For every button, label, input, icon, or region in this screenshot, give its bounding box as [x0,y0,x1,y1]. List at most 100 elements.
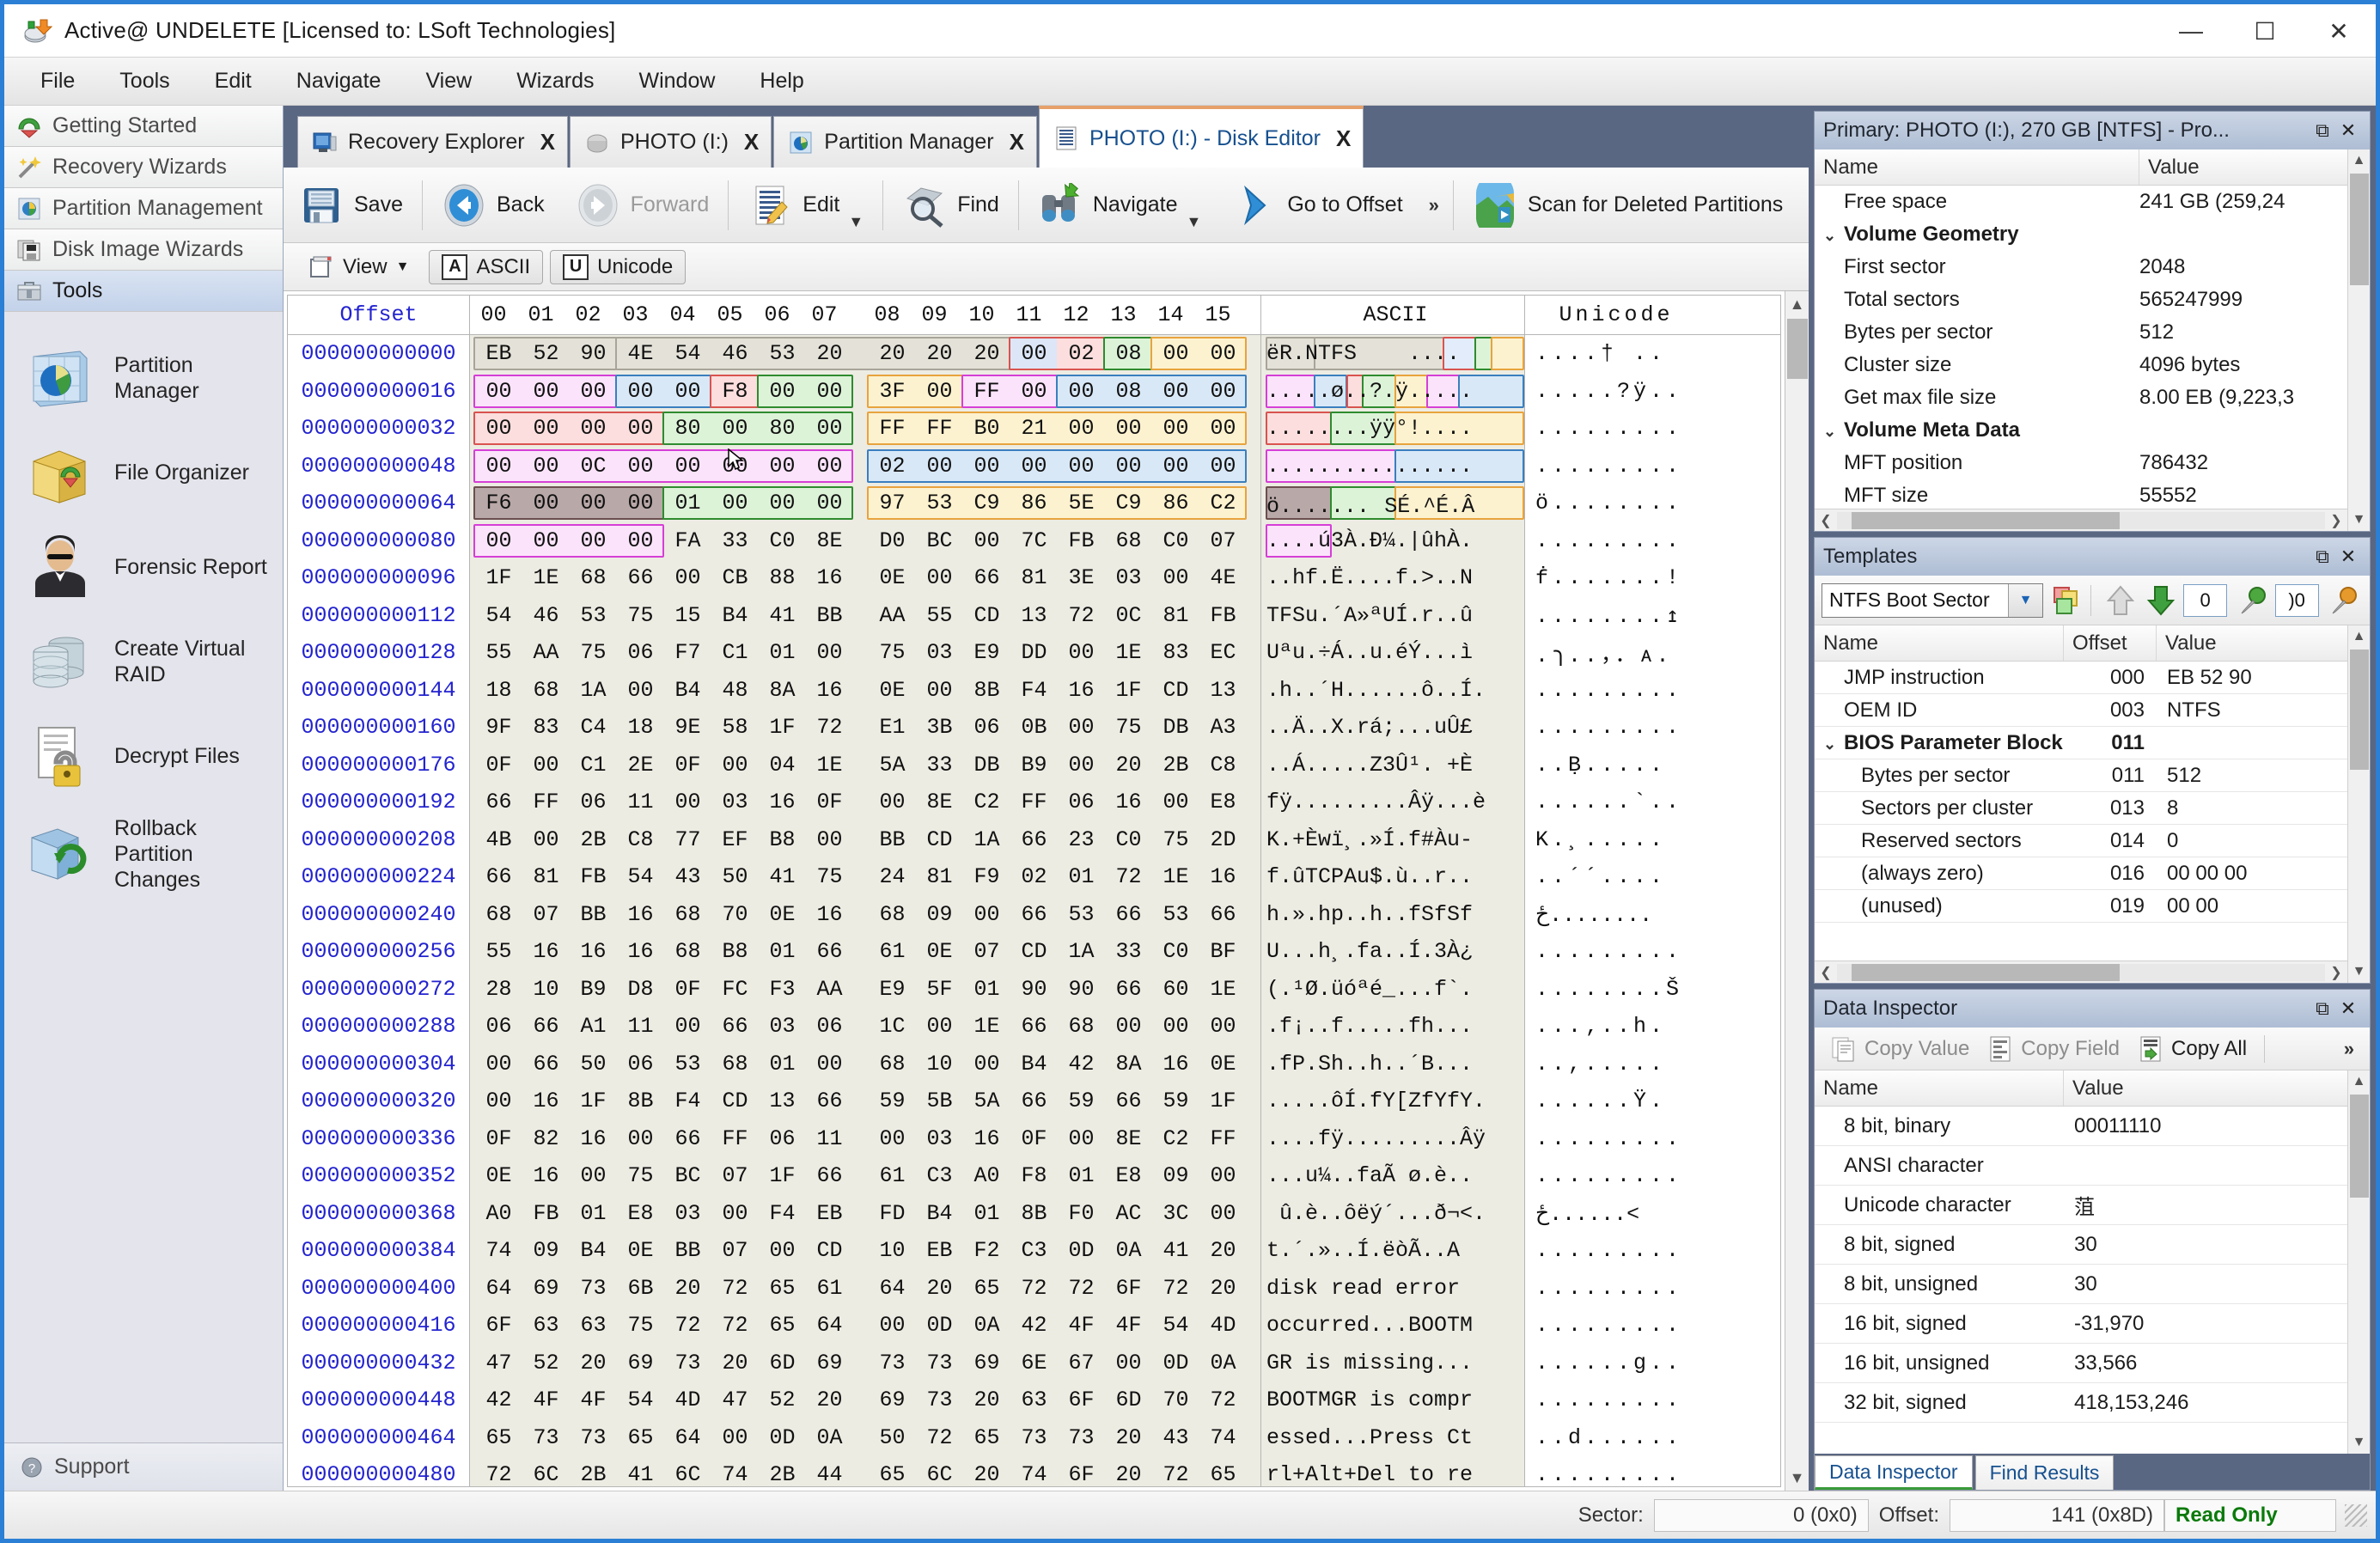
menu-item-help[interactable]: Help [737,62,826,101]
hex-row-unicode[interactable]: ......... [1525,410,1697,448]
hex-row-bytes[interactable]: 55 AA 75 06 F7 C1 01 00 75 03 E9 DD 00 1E 83 EC [470,634,1260,672]
hex-byte[interactable]: 00 [617,416,664,441]
hex-byte[interactable]: 00 [806,827,853,852]
resize-grip[interactable] [2345,1503,2367,1527]
inspector-restore-icon[interactable]: ⧉ [2310,997,2335,1020]
hex-row-ascii[interactable]: BOOTMGR is compr [1260,1381,1525,1419]
hex-byte[interactable]: 0D [1058,1238,1105,1263]
hex-row[interactable]: 000000000352 0E 16 00 75 BC 07 1F 66 61 C3 A0 F8 01 E8… [288,1157,1780,1195]
hex-byte[interactable]: 00 [1010,379,1058,404]
hex-row[interactable]: 000000000096 1F 1E 68 66 00 CB 88 16 0E 00 66 81 3E 03… [288,559,1780,597]
hex-byte[interactable]: 5B [916,1089,963,1113]
hex-row-unicode[interactable]: ځ........ [1525,895,1697,933]
hex-row-unicode[interactable]: ......... [1525,1307,1697,1345]
hex-byte[interactable]: 64 [869,1276,916,1301]
hex-byte[interactable]: 52 [759,1387,806,1412]
hex-byte[interactable]: 00 [1199,1201,1247,1226]
hex-byte[interactable]: 59 [1058,1089,1105,1113]
tool-partition-manager[interactable]: Partition Manager [4,331,283,425]
inspector-vscrollbar[interactable]: ▲ ▼ [2347,1070,2370,1454]
hex-byte[interactable]: E9 [963,640,1010,665]
hex-byte[interactable]: 11 [806,1126,853,1151]
hex-byte[interactable]: 0D [916,1313,963,1338]
hex-byte[interactable]: 0A [1199,1351,1247,1375]
hex-byte[interactable]: F8 [1010,1163,1058,1188]
hex-byte[interactable]: 00 [1152,454,1199,479]
hex-byte[interactable]: 10 [869,1238,916,1263]
hex-byte[interactable]: 75 [1152,827,1199,852]
hex-row-bytes[interactable]: 0E 16 00 75 BC 07 1F 66 61 C3 A0 F8 01 E8 09 00 [470,1157,1260,1195]
hex-byte[interactable]: 4F [570,1387,617,1412]
hex-byte[interactable]: 16 [759,790,806,814]
hex-byte[interactable]: 72 [1105,864,1152,889]
hex-byte[interactable]: 00 [475,454,522,479]
hex-byte[interactable]: 61 [806,1276,853,1301]
hex-byte[interactable]: 16 [806,902,853,927]
hex-byte[interactable]: 6F [475,1313,522,1338]
hex-byte[interactable]: B4 [664,678,711,703]
vscroll-up-icon[interactable]: ▲ [2348,149,2370,172]
hex-byte[interactable]: 00 [1058,640,1105,665]
hex-byte[interactable]: FB [522,1201,570,1226]
hex-byte[interactable]: 5F [916,977,963,1002]
hex-byte[interactable]: 63 [570,1313,617,1338]
copy-value-button[interactable]: Copy Value [1822,1035,1978,1063]
hex-row-ascii[interactable]: U...h¸.fa..Í.3À¿ [1260,933,1525,971]
hex-byte[interactable]: 16 [1058,678,1105,703]
hex-byte[interactable]: 00 [664,565,711,590]
hex-byte[interactable]: C0 [1152,939,1199,964]
properties-col-name[interactable]: Name [1815,149,2139,185]
hex-byte[interactable]: 20 [963,341,1010,366]
hex-byte[interactable]: 11 [617,1014,664,1039]
toolbar-overflow-button[interactable]: » [1419,194,1449,217]
hex-byte[interactable]: 8B [617,1089,664,1113]
templates-close-icon[interactable]: ✕ [2335,546,2361,568]
hex-byte[interactable]: 20 [1105,1462,1152,1486]
tool-forensic-report[interactable]: Forensic Report [4,520,283,614]
hex-byte[interactable]: F3 [759,977,806,1002]
hex-row[interactable]: 000000000192 66 FF 06 11 00 03 16 0F 00 8E C2 FF 06 16… [288,784,1780,821]
hex-row[interactable]: 000000000432 47 52 20 69 73 20 6D 69 73 73 69 6E 67 00… [288,1344,1780,1381]
hex-row-unicode[interactable]: ḟ.......! [1525,559,1697,597]
menu-item-edit[interactable]: Edit [192,62,274,101]
find-button[interactable]: Find [887,168,1015,243]
hex-byte[interactable]: 07 [711,1238,759,1263]
hex-byte[interactable]: 00 [1058,379,1105,404]
hex-byte[interactable]: 1E [1199,977,1247,1002]
hex-byte[interactable]: 04 [759,753,806,778]
hex-row-ascii[interactable]: disk read error [1260,1269,1525,1307]
hex-byte[interactable]: 67 [1058,1351,1105,1375]
hex-byte[interactable]: 07 [711,1163,759,1188]
hex-byte[interactable]: 00 [664,1014,711,1039]
template-spin-2[interactable]: )0 [2274,583,2319,617]
hex-byte[interactable]: 03 [1105,565,1152,590]
hex-byte[interactable]: 00 [617,379,664,404]
hex-byte[interactable]: 8B [963,678,1010,703]
hex-byte[interactable]: 16 [1199,864,1247,889]
hex-byte[interactable]: F0 [1058,1201,1105,1226]
hex-byte[interactable]: C1 [711,640,759,665]
hex-byte[interactable]: 13 [1199,678,1247,703]
tab-photo-i-disk-editor[interactable]: PHOTO (I:) - Disk Editor X [1038,106,1364,168]
hex-row-ascii[interactable]: rl+Alt+Del to re [1260,1456,1525,1486]
hex-row[interactable]: 000000000128 55 AA 75 06 F7 C1 01 00 75 03 E9 DD 00 1E… [288,634,1780,672]
hex-byte[interactable]: 5A [869,753,916,778]
menu-item-tools[interactable]: Tools [97,62,192,101]
hex-byte[interactable]: EB [806,1201,853,1226]
navigate-dropdown-caret[interactable]: ▼ [1187,213,1202,231]
hex-byte[interactable]: 00 [806,1052,853,1076]
tool-rollback-partition-changes[interactable]: Rollback Partition Changes [4,803,283,905]
hex-byte[interactable]: 00 [522,491,570,515]
hex-byte[interactable]: BC [664,1163,711,1188]
hex-byte[interactable]: F8 [711,379,759,404]
hex-byte[interactable]: 20 [1105,1425,1152,1450]
hex-byte[interactable]: 1F [759,715,806,740]
hex-byte[interactable]: 07 [1199,528,1247,553]
hex-byte[interactable]: C2 [963,790,1010,814]
hex-byte[interactable]: 00 [1199,454,1247,479]
hex-row-ascii[interactable]: ëR.NTFS .... [1260,335,1525,373]
maximize-button[interactable]: ☐ [2228,4,2302,58]
copy-field-button[interactable]: Copy Field [1978,1035,2128,1063]
hex-row[interactable]: 000000000368 A0 FB 01 E8 03 00 F4 EB FD B4 01 8B F0 AC… [288,1194,1780,1232]
hex-byte[interactable]: 18 [475,678,522,703]
